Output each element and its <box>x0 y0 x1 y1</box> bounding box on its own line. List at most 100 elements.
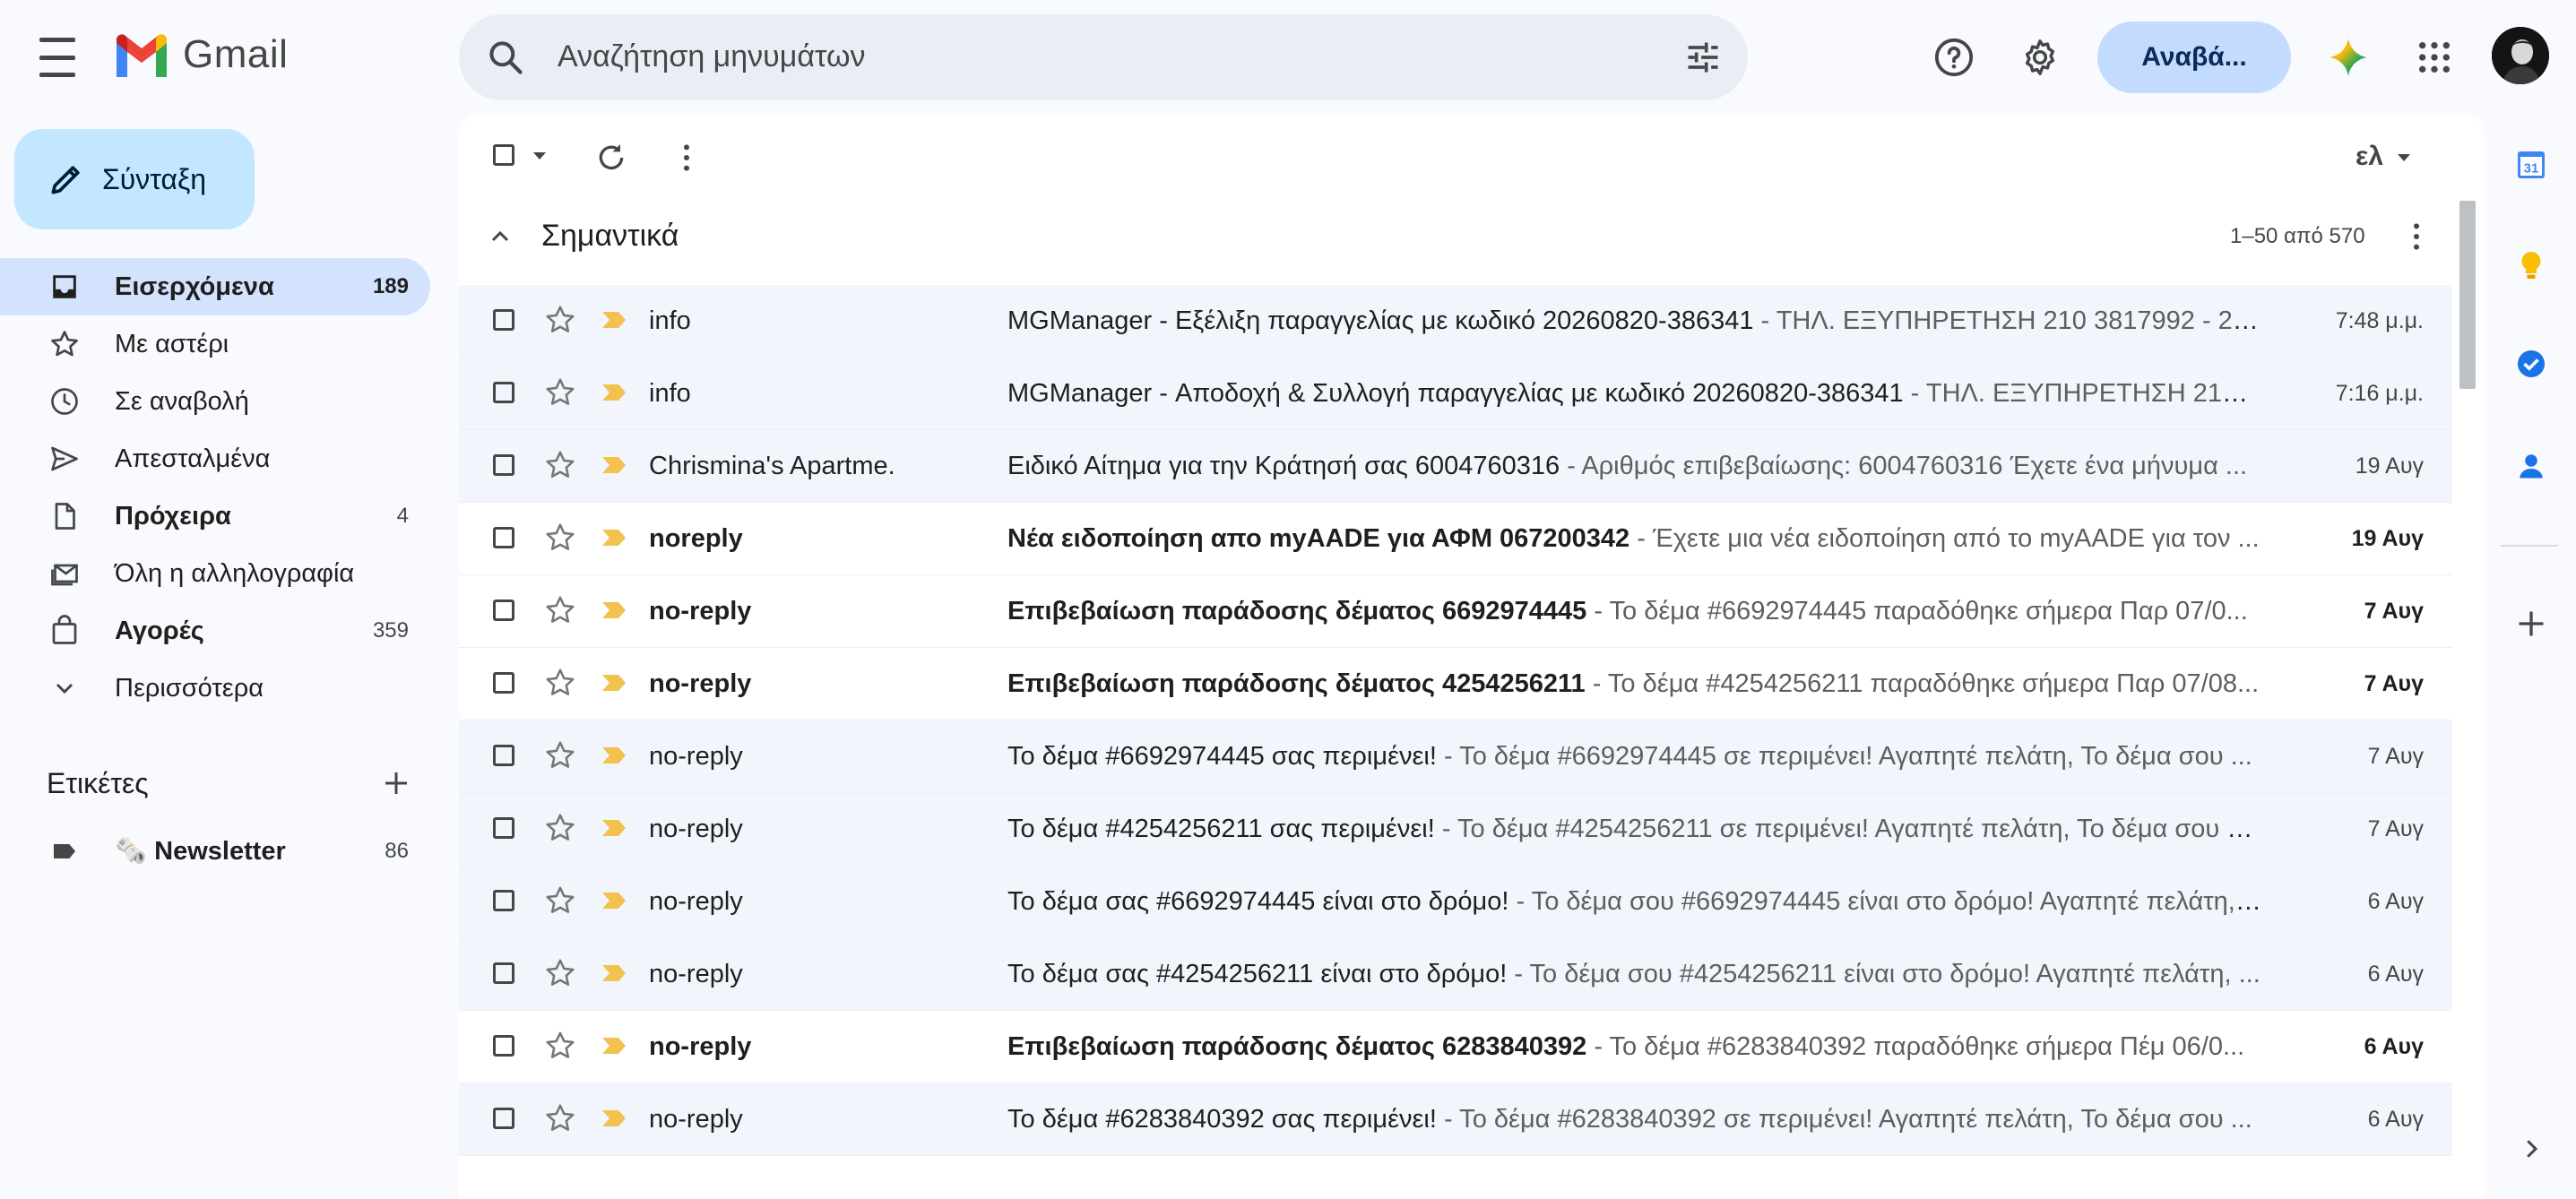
star-icon[interactable] <box>543 811 577 850</box>
settings-gear-icon[interactable] <box>2015 32 2065 82</box>
more-vert-icon[interactable] <box>669 140 705 180</box>
star-icon[interactable] <box>543 666 577 704</box>
select-all-checkbox[interactable] <box>493 144 514 166</box>
star-icon[interactable] <box>543 738 577 777</box>
star-icon[interactable] <box>543 303 577 341</box>
sidebar-item-label: Αγορές <box>115 616 204 645</box>
list-scrollbar[interactable] <box>2459 201 2476 389</box>
refresh-icon[interactable] <box>593 140 629 180</box>
email-sender: no-reply <box>649 960 743 988</box>
sidebar-item-more[interactable]: Περισσότερα <box>0 660 430 717</box>
star-icon[interactable] <box>543 1029 577 1067</box>
email-row[interactable]: Chrismina's Apartme. Ειδικό Αίτημα για τη… <box>459 430 2452 503</box>
language-dropdown-icon[interactable] <box>2395 151 2413 169</box>
email-row[interactable]: no-reply Το δέμα σας #4254256211 είναι στ… <box>459 938 2452 1011</box>
email-row[interactable]: no-reply Το δέμα σας #6692974445 είναι στ… <box>459 866 2452 938</box>
star-icon[interactable] <box>543 593 577 632</box>
importance-marker-icon[interactable] <box>601 1108 627 1133</box>
label-name: 🗞️ Newsletter <box>115 837 286 866</box>
upgrade-button[interactable]: Αναβά... <box>2097 22 2291 93</box>
search-bar[interactable]: Αναζήτηση μηνυμάτων <box>459 14 1748 100</box>
sidebar-label-newsletter[interactable]: 🗞️ Newsletter 86 <box>0 823 430 880</box>
labels-heading: Ετικέτες <box>47 767 149 799</box>
importance-marker-icon[interactable] <box>601 673 627 697</box>
calendar-icon[interactable]: 31 <box>2510 143 2553 186</box>
search-icon[interactable] <box>486 38 525 82</box>
email-row[interactable]: info MGManager - Αποδοχή & Συλλογή παραγγ… <box>459 358 2452 430</box>
importance-marker-icon[interactable] <box>601 818 627 842</box>
row-checkbox[interactable] <box>493 817 514 839</box>
sidebar-item-shopping[interactable]: Αγορές 359 <box>0 602 430 660</box>
inbox-icon <box>47 269 82 305</box>
star-icon[interactable] <box>543 375 577 414</box>
account-avatar[interactable] <box>2492 27 2549 84</box>
search-options-icon[interactable] <box>1683 38 1723 82</box>
search-input[interactable]: Αναζήτηση μηνυμάτων <box>558 39 866 74</box>
gemini-sparkle-icon[interactable] <box>2323 32 2373 82</box>
email-date: 6 Αυγ <box>2367 1107 2424 1132</box>
star-icon <box>47 326 82 362</box>
row-checkbox[interactable] <box>493 890 514 911</box>
importance-marker-icon[interactable] <box>601 455 627 479</box>
email-row[interactable]: no-reply Το δέμα #6283840392 σας περιμένε… <box>459 1083 2452 1156</box>
apps-grid-icon[interactable] <box>2409 32 2459 82</box>
email-sender: no-reply <box>649 597 752 625</box>
select-dropdown-icon[interactable] <box>531 149 549 168</box>
importance-marker-icon[interactable] <box>601 963 627 988</box>
section-more-icon[interactable] <box>2399 219 2434 259</box>
sidebar-item-label: Απεσταλμένα <box>115 444 271 473</box>
star-icon[interactable] <box>543 448 577 487</box>
section-title: Σημαντικά <box>541 219 679 253</box>
sidebar-item-snoozed[interactable]: Σε αναβολή <box>0 373 430 430</box>
input-language-button[interactable]: ελ <box>2356 142 2383 172</box>
sidebar-item-inbox[interactable]: Εισερχόμενα 189 <box>0 258 430 315</box>
email-row[interactable]: no-reply Επιβεβαίωση παράδοσης δέματος 62… <box>459 1011 2452 1083</box>
tasks-icon[interactable] <box>2510 342 2553 385</box>
row-checkbox[interactable] <box>493 1108 514 1129</box>
chevron-right-icon[interactable] <box>2510 1127 2553 1170</box>
add-addon-icon[interactable] <box>2510 602 2553 645</box>
importance-marker-icon[interactable] <box>601 528 627 552</box>
row-checkbox[interactable] <box>493 454 514 476</box>
email-row[interactable]: noreply Νέα ειδοποίηση απο myAADE για ΑΦΜ… <box>459 503 2452 575</box>
compose-button[interactable]: Σύνταξη <box>14 129 255 229</box>
row-checkbox[interactable] <box>493 382 514 403</box>
sidebar-item-all-mail[interactable]: Όλη η αλληλογραφία <box>0 545 430 602</box>
importance-marker-icon[interactable] <box>601 383 627 407</box>
importance-marker-icon[interactable] <box>601 310 627 334</box>
add-label-icon[interactable] <box>380 767 412 804</box>
star-icon[interactable] <box>543 884 577 922</box>
email-sender: no-reply <box>649 1032 752 1061</box>
row-checkbox[interactable] <box>493 527 514 548</box>
email-row[interactable]: no-reply Το δέμα #6692974445 σας περιμένε… <box>459 720 2452 793</box>
star-icon[interactable] <box>543 1101 577 1140</box>
row-checkbox[interactable] <box>493 745 514 766</box>
star-icon[interactable] <box>543 956 577 995</box>
main-menu-button[interactable] <box>39 38 84 77</box>
importance-marker-icon[interactable] <box>601 746 627 770</box>
importance-marker-icon[interactable] <box>601 1036 627 1060</box>
importance-marker-icon[interactable] <box>601 891 627 915</box>
row-checkbox[interactable] <box>493 600 514 621</box>
gmail-logo[interactable]: Gmail <box>113 32 288 77</box>
collapse-section-icon[interactable] <box>486 222 514 255</box>
email-snippet: - Το δέμα #6283840392 παραδόθηκε σήμερα … <box>1586 1032 2245 1061</box>
email-row[interactable]: no-reply Επιβεβαίωση παράδοσης δέματος 42… <box>459 648 2452 720</box>
row-checkbox[interactable] <box>493 672 514 694</box>
email-row[interactable]: info MGManager - Εξέλιξη παραγγελίας με κ… <box>459 285 2452 358</box>
email-row[interactable]: no-reply Το δέμα #4254256211 σας περιμένε… <box>459 793 2452 866</box>
sidebar-item-sent[interactable]: Απεσταλμένα <box>0 430 430 487</box>
email-date: 7 Αυγ <box>2367 744 2424 769</box>
sidebar-item-starred[interactable]: Με αστέρι <box>0 315 430 373</box>
star-icon[interactable] <box>543 521 577 559</box>
keep-icon[interactable] <box>2510 244 2553 287</box>
email-sender: no-reply <box>649 742 743 771</box>
contacts-icon[interactable] <box>2510 444 2553 487</box>
row-checkbox[interactable] <box>493 1035 514 1057</box>
row-checkbox[interactable] <box>493 309 514 331</box>
row-checkbox[interactable] <box>493 962 514 984</box>
help-icon[interactable] <box>1929 32 1979 82</box>
sidebar-item-drafts[interactable]: Πρόχειρα 4 <box>0 487 430 545</box>
importance-marker-icon[interactable] <box>601 600 627 625</box>
email-row[interactable]: no-reply Επιβεβαίωση παράδοσης δέματος 66… <box>459 575 2452 648</box>
